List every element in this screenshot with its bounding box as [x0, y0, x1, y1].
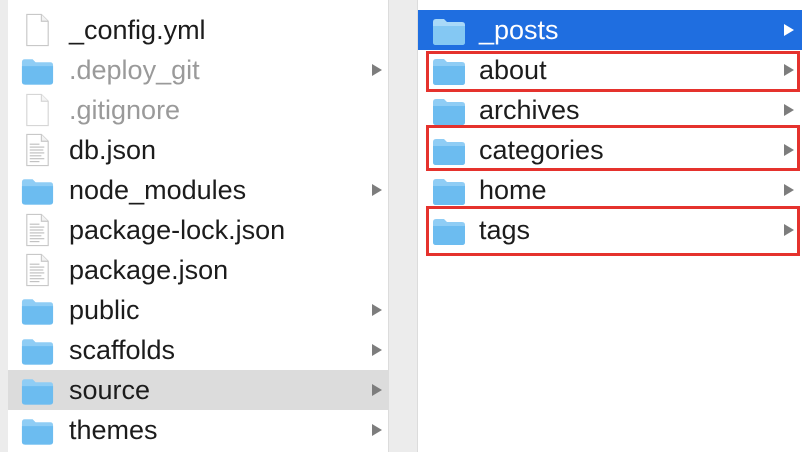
folder-name: node_modules: [69, 175, 247, 205]
folder-icon: [433, 59, 465, 85]
folder-row-deploy-git[interactable]: .deploy_git: [8, 50, 388, 90]
folder-icon: [433, 99, 465, 125]
folder-icon: [433, 139, 465, 165]
finder-column-right[interactable]: _posts about archives categories home ta…: [417, 0, 802, 452]
folder-row-archives[interactable]: archives: [418, 90, 802, 130]
folder-name: public: [69, 295, 140, 325]
folder-row-categories[interactable]: categories: [418, 130, 802, 170]
folder-name: .deploy_git: [69, 55, 200, 85]
file-name: db.json: [69, 135, 157, 165]
folder-row-public[interactable]: public: [8, 290, 388, 330]
file-row-db-json[interactable]: db.json: [8, 130, 388, 170]
folder-name: tags: [479, 215, 531, 245]
chevron-right-icon: [372, 64, 382, 76]
folder-name: themes: [69, 415, 158, 445]
folder-icon: [21, 59, 54, 85]
folder-icon: [433, 19, 465, 45]
file-row-gitignore[interactable]: .gitignore: [8, 90, 388, 130]
folder-row-scaffolds[interactable]: scaffolds: [8, 330, 388, 370]
chevron-right-icon: [372, 344, 382, 356]
folder-name: source: [69, 375, 151, 405]
text-file-icon: [26, 213, 49, 247]
file-name: _config.yml: [69, 15, 206, 45]
blank-file-icon: [26, 93, 49, 127]
folder-row-source[interactable]: source: [8, 370, 388, 410]
file-name: package-lock.json: [69, 215, 286, 245]
folder-name: home: [479, 175, 547, 205]
file-row-package-lock-json[interactable]: package-lock.json: [8, 210, 388, 250]
chevron-right-icon: [784, 64, 794, 76]
folder-name: _posts: [479, 15, 559, 45]
folder-icon: [21, 179, 54, 205]
chevron-right-icon: [372, 304, 382, 316]
chevron-right-icon: [372, 384, 382, 396]
chevron-right-icon: [372, 184, 382, 196]
folder-icon: [433, 179, 465, 205]
folder-row-node-modules[interactable]: node_modules: [8, 170, 388, 210]
chevron-right-icon: [784, 144, 794, 156]
text-file-icon: [26, 253, 49, 287]
file-row-package-json[interactable]: package.json: [8, 250, 388, 290]
chevron-right-icon: [784, 224, 794, 236]
folder-row-tags[interactable]: tags: [418, 210, 802, 250]
folder-icon: [21, 379, 54, 405]
folder-icon: [21, 299, 54, 325]
folder-icon: [433, 219, 465, 245]
text-file-icon: [26, 13, 49, 47]
chevron-right-icon: [784, 104, 794, 116]
text-file-icon: [26, 133, 49, 167]
chevron-right-icon: [784, 184, 794, 196]
folder-row-posts[interactable]: _posts: [418, 10, 802, 50]
file-name: .gitignore: [69, 95, 181, 125]
folder-icon: [21, 419, 54, 445]
folder-row-themes[interactable]: themes: [8, 410, 388, 450]
folder-name: archives: [479, 95, 580, 125]
chevron-right-icon: [784, 24, 794, 36]
folder-icon: [21, 339, 54, 365]
chevron-right-icon: [372, 424, 382, 436]
folder-name: scaffolds: [69, 335, 176, 365]
folder-row-home[interactable]: home: [418, 170, 802, 210]
file-row-config-yml[interactable]: _config.yml: [8, 10, 388, 50]
finder-column-left[interactable]: _config.yml .deploy_git .gitignore db.js…: [8, 0, 389, 452]
folder-name: about: [479, 55, 547, 85]
file-name: package.json: [69, 255, 229, 285]
folder-row-about[interactable]: about: [418, 50, 802, 90]
folder-name: categories: [479, 135, 604, 165]
